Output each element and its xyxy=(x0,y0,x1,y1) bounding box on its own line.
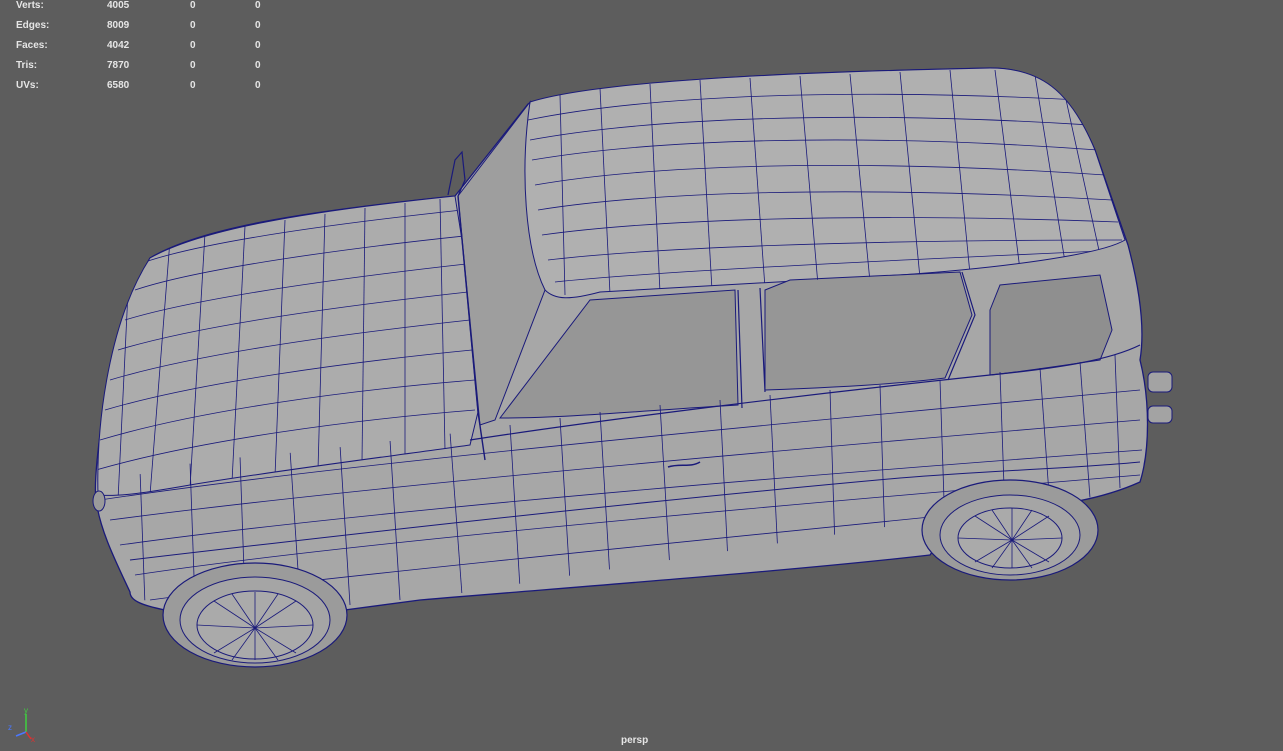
camera-name-label: persp xyxy=(621,735,649,746)
front-wheel xyxy=(162,562,348,668)
axis-gizmo: y z x xyxy=(8,706,35,742)
z-axis-line xyxy=(15,731,27,737)
z-axis-label: z xyxy=(8,723,12,732)
rear-side-window xyxy=(764,271,973,391)
exhaust-pipe-lower xyxy=(1147,405,1173,424)
y-axis-label: y xyxy=(24,706,28,715)
exhaust-pipe-upper xyxy=(1147,371,1173,393)
3d-viewport[interactable]: Verts: 4005 0 0 Edges: 8009 0 0 Faces: 4… xyxy=(0,0,1283,751)
x-axis-label: x xyxy=(31,735,35,742)
rear-wheel xyxy=(921,479,1099,581)
car-mesh-wireframe[interactable] xyxy=(0,0,1283,751)
headlight xyxy=(92,490,106,512)
